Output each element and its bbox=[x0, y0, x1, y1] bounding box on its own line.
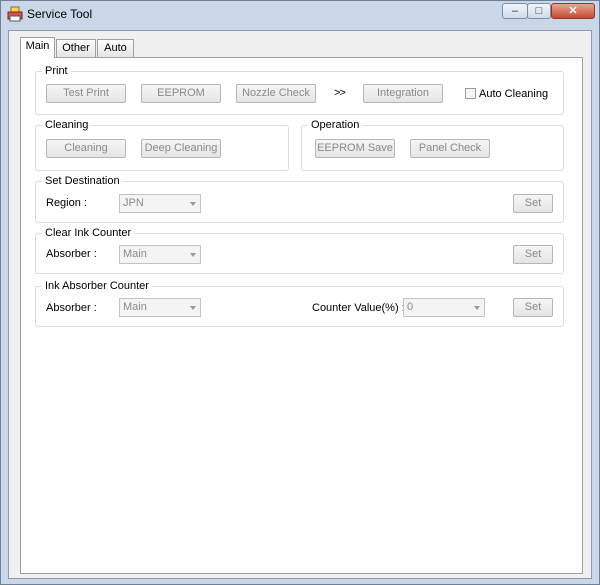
counter-value-select-value: 0 bbox=[407, 301, 414, 313]
region-select[interactable]: JPN bbox=[119, 194, 201, 213]
region-label: Region : bbox=[46, 197, 87, 209]
clear-ink-counter-legend: Clear Ink Counter bbox=[42, 226, 135, 240]
ink-absorber-counter-group: Ink Absorber Counter Absorber : Main Cou… bbox=[35, 279, 564, 327]
clear-absorber-label: Absorber : bbox=[46, 248, 97, 260]
eeprom-button[interactable]: EEPROM bbox=[141, 84, 221, 103]
print-group: Print Test Print EEPROM Nozzle Check >> … bbox=[35, 64, 564, 115]
chevron-down-icon bbox=[474, 306, 480, 310]
ink-absorber-counter-set-button[interactable]: Set bbox=[513, 298, 553, 317]
tab-panel-main: Print Test Print EEPROM Nozzle Check >> … bbox=[20, 57, 583, 574]
absorber-select[interactable]: Main bbox=[119, 298, 201, 317]
region-select-value: JPN bbox=[123, 197, 144, 209]
absorber-select-value: Main bbox=[123, 301, 147, 313]
deep-cleaning-button[interactable]: Deep Cleaning bbox=[141, 139, 221, 158]
chevron-down-icon bbox=[190, 202, 196, 206]
operation-group: Operation EEPROM Save Panel Check bbox=[301, 118, 564, 171]
cleaning-button[interactable]: Cleaning bbox=[46, 139, 126, 158]
minimize-button[interactable]: – bbox=[502, 3, 528, 19]
test-print-button[interactable]: Test Print bbox=[46, 84, 126, 103]
window-title: Service Tool bbox=[27, 7, 93, 21]
operation-legend: Operation bbox=[308, 118, 363, 132]
counter-value-select[interactable]: 0 bbox=[403, 298, 485, 317]
title-bar: Service Tool – □ ✕ bbox=[1, 1, 599, 29]
clear-ink-counter-set-button[interactable]: Set bbox=[513, 245, 553, 264]
chevron-down-icon bbox=[190, 306, 196, 310]
maximize-button[interactable]: □ bbox=[527, 3, 551, 19]
print-legend: Print bbox=[42, 64, 71, 78]
counter-value-label: Counter Value(%) : bbox=[312, 302, 405, 314]
nozzle-check-button[interactable]: Nozzle Check bbox=[236, 84, 316, 103]
set-destination-set-button[interactable]: Set bbox=[513, 194, 553, 213]
clear-ink-counter-group: Clear Ink Counter Absorber : Main Set bbox=[35, 226, 564, 274]
auto-cleaning-checkbox[interactable] bbox=[465, 88, 476, 99]
set-destination-legend: Set Destination bbox=[42, 174, 123, 188]
tab-auto[interactable]: Auto bbox=[97, 39, 134, 57]
tab-other[interactable]: Other bbox=[56, 39, 96, 57]
set-destination-group: Set Destination Region : JPN Set bbox=[35, 174, 564, 223]
ink-absorber-counter-legend: Ink Absorber Counter bbox=[42, 279, 152, 293]
cleaning-group: Cleaning Cleaning Deep Cleaning bbox=[35, 118, 289, 171]
panel-check-button[interactable]: Panel Check bbox=[410, 139, 490, 158]
cleaning-legend: Cleaning bbox=[42, 118, 92, 132]
absorber-label: Absorber : bbox=[46, 302, 97, 314]
tab-main[interactable]: Main bbox=[20, 37, 55, 58]
clear-absorber-select-value: Main bbox=[123, 248, 147, 260]
client-area: Main Other Auto Print Test Print EEPROM … bbox=[8, 30, 592, 579]
service-tool-window: Service Tool – □ ✕ Main Other Auto Print… bbox=[0, 0, 600, 585]
close-button[interactable]: ✕ bbox=[551, 3, 595, 19]
printer-app-icon bbox=[7, 6, 23, 22]
sequence-arrow-icon: >> bbox=[334, 87, 346, 99]
chevron-down-icon bbox=[190, 253, 196, 257]
auto-cleaning-label: Auto Cleaning bbox=[479, 88, 549, 100]
eeprom-save-button[interactable]: EEPROM Save bbox=[315, 139, 395, 158]
clear-absorber-select[interactable]: Main bbox=[119, 245, 201, 264]
integration-button[interactable]: Integration bbox=[363, 84, 443, 103]
